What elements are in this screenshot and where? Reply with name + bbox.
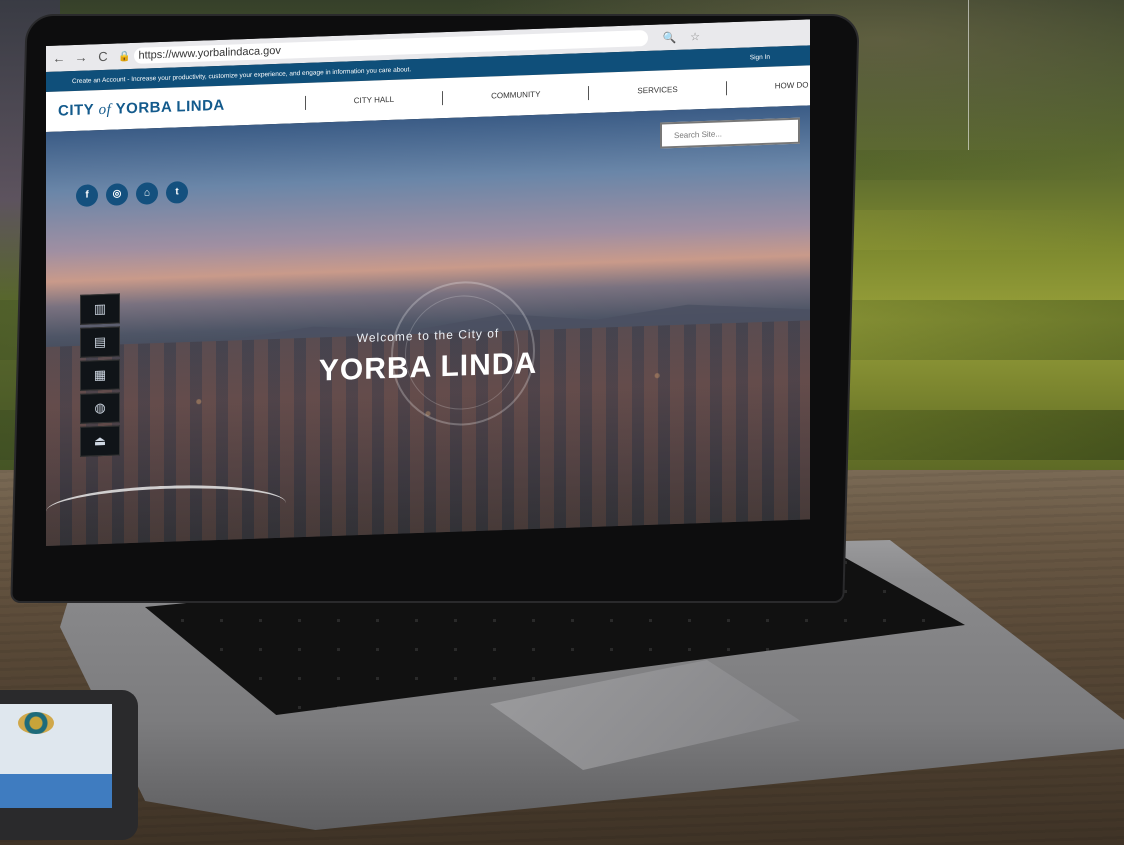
nav-community[interactable]: COMMUNITY xyxy=(442,86,589,106)
main-nav: CITY HALL COMMUNITY SERVICES HOW DO I... xyxy=(304,76,810,110)
phone-content-block xyxy=(0,774,112,808)
twitter-icon[interactable]: t xyxy=(166,181,188,204)
phone-screen xyxy=(0,704,112,808)
city-hall-icon[interactable]: ▥ xyxy=(80,293,120,325)
reload-icon[interactable]: C xyxy=(94,48,112,67)
nav-city-hall[interactable]: CITY HALL xyxy=(304,91,443,110)
back-icon[interactable]: ← xyxy=(50,49,68,68)
facebook-icon[interactable]: f xyxy=(76,184,98,207)
city-logo[interactable]: CITY of YORBA LINDA xyxy=(58,97,225,121)
nav-how-do-i[interactable]: HOW DO I... xyxy=(725,76,810,96)
forward-icon[interactable]: → xyxy=(72,48,90,67)
site-search xyxy=(660,117,800,149)
scroll-top-icon[interactable]: ⏏ xyxy=(80,425,120,457)
sign-in-link[interactable]: Sign In xyxy=(750,53,770,61)
social-links: f ◎ ⌂ t xyxy=(76,181,188,207)
laptop-screen: ← → C 🔒 https://www.yorbalindaca.gov 🔍 ☆… xyxy=(46,19,810,546)
instagram-icon[interactable]: ◎ xyxy=(106,183,128,206)
zoom-icon[interactable]: 🔍 xyxy=(662,30,676,43)
nav-services[interactable]: SERVICES xyxy=(588,81,726,101)
search-input[interactable] xyxy=(672,125,796,142)
smartphone xyxy=(0,690,138,840)
nextdoor-home-icon[interactable]: ⌂ xyxy=(136,182,158,205)
lock-icon: 🔒 xyxy=(118,50,131,62)
bookmark-star-icon[interactable]: ☆ xyxy=(690,30,700,43)
globe-icon[interactable]: ◍ xyxy=(80,392,120,424)
phone-city-seal xyxy=(18,712,54,734)
